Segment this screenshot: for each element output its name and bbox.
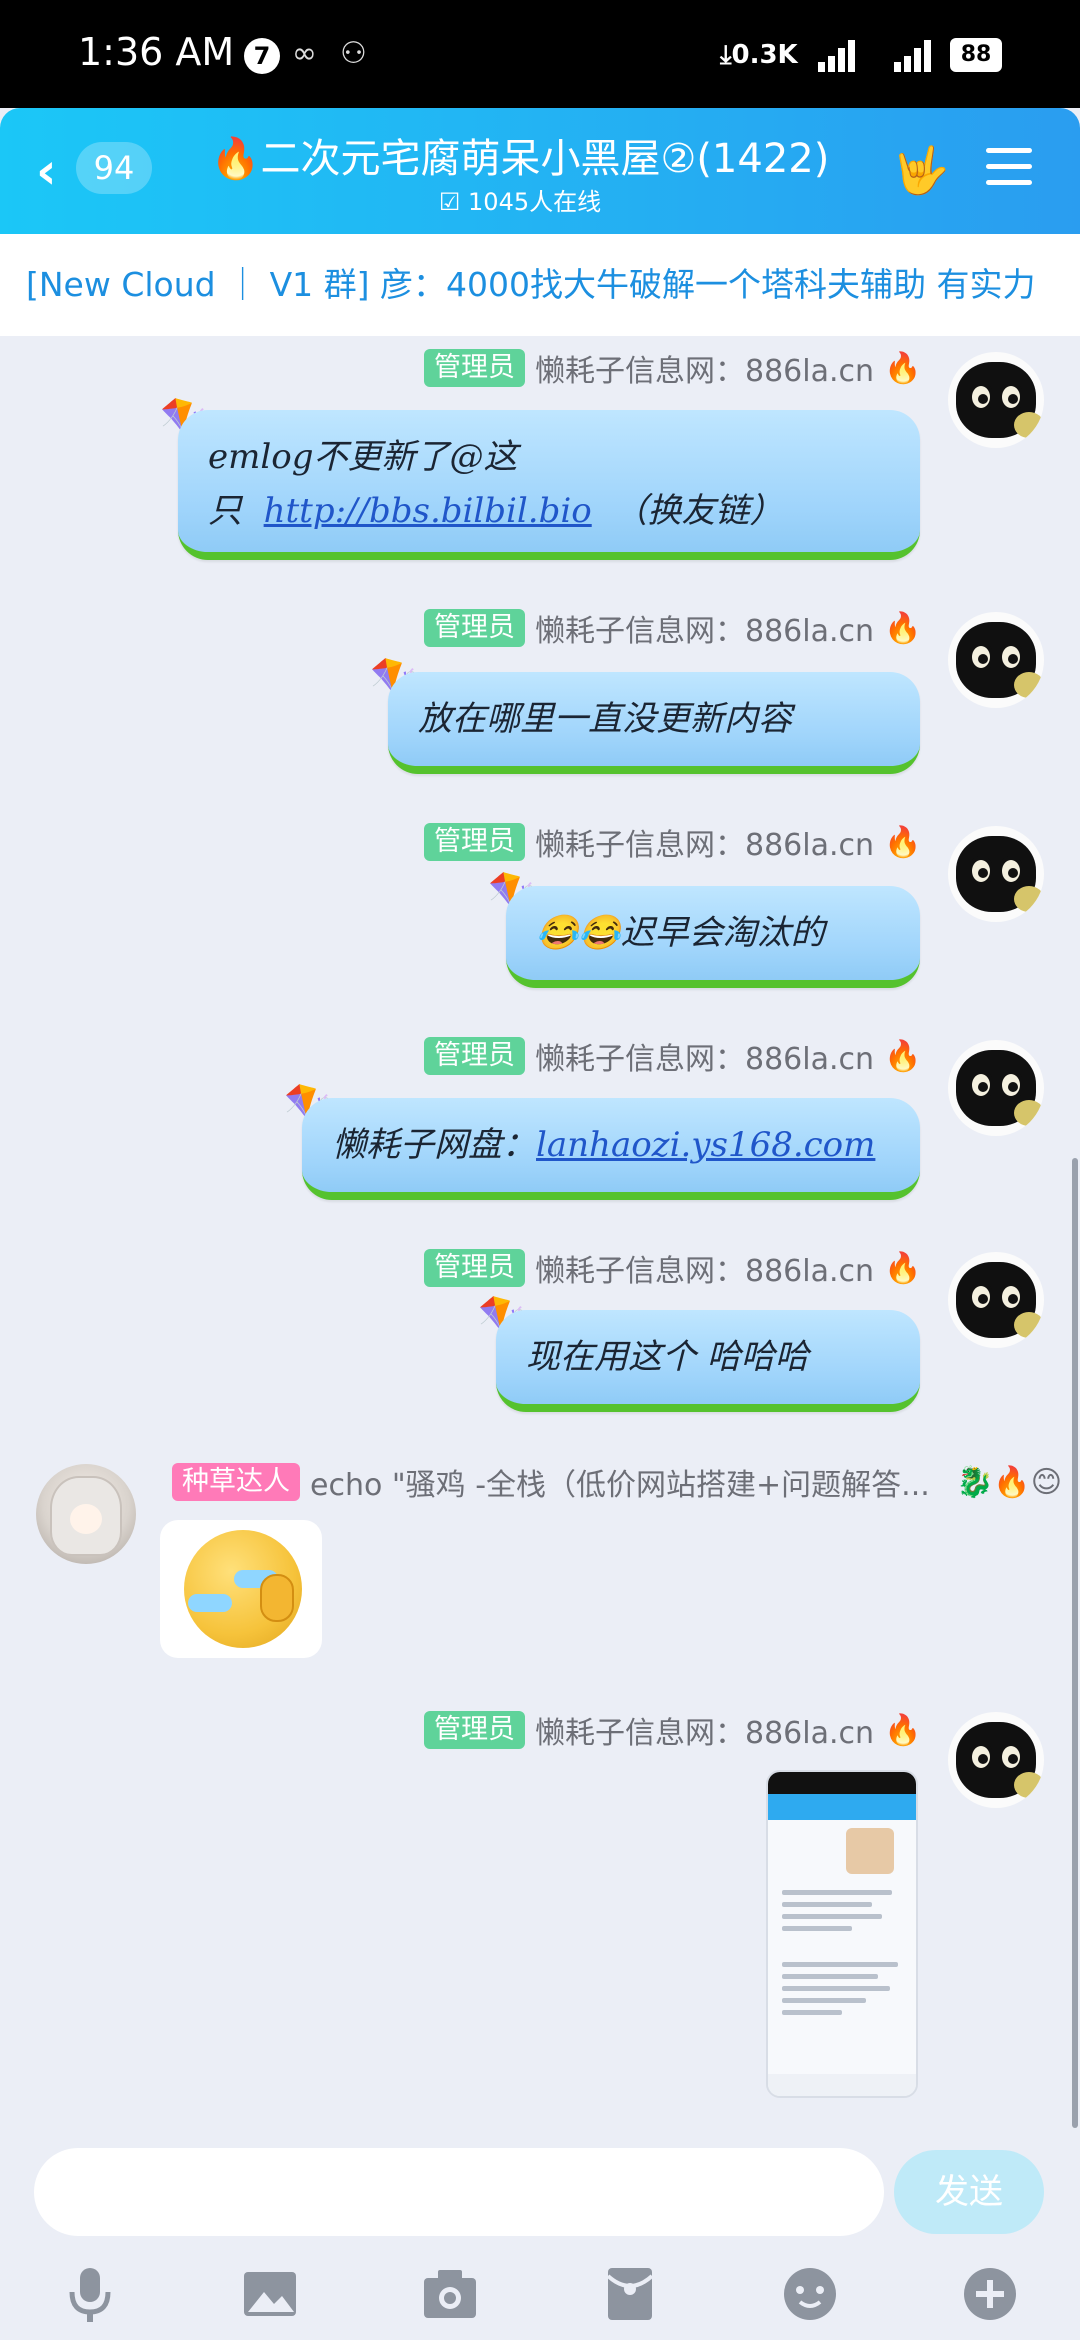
signal-icon (818, 38, 860, 72)
message-bubble[interactable]: 现在用这个 哈哈哈 (496, 1310, 920, 1412)
message-bubble[interactable]: 懒耗子网盘：lanhaozi.ys168.com (302, 1098, 920, 1200)
announcement-banner[interactable]: [New Cloud ｜ V1 群] 彦：4000找大牛破解一个塔科夫辅助 有实… (0, 234, 1080, 336)
battery-level: 88 (950, 38, 1002, 72)
sender-name[interactable]: 懒耗子信息网：886la.cn (535, 820, 874, 864)
grass-badge: 种草达人 (172, 1463, 300, 1501)
send-button[interactable]: 发送 (894, 2150, 1044, 2234)
emoji-icon[interactable] (778, 2262, 842, 2326)
sender-row: 种草达人 echo "骚鸡 -全栈（低价网站搭建+问题解答... 🐉🔥😊 (172, 1460, 1062, 1504)
fire-icon: 🔥 (884, 350, 922, 386)
crying-emoji-icon (184, 1530, 302, 1648)
sender-name[interactable]: echo "骚鸡 -全栈（低价网站搭建+问题解答... (310, 1460, 946, 1504)
admin-badge: 管理员 (424, 1037, 525, 1075)
message-text: （换友链） (613, 491, 784, 531)
user-icon: ⚇ (340, 36, 367, 71)
plus-icon[interactable] (958, 2262, 1022, 2326)
fire-icon: 🔥 (884, 1250, 922, 1286)
avatar[interactable] (36, 1464, 136, 1564)
signal-4g-icon (884, 38, 936, 72)
sender-name[interactable]: 懒耗子信息网：886la.cn (535, 1034, 874, 1078)
microphone-icon[interactable] (58, 2262, 122, 2326)
admin-badge: 管理员 (424, 1711, 525, 1749)
sender-row: 管理员 懒耗子信息网：886la.cn 🔥 (424, 1708, 922, 1752)
chevron-left-icon: ‹ (36, 142, 57, 200)
avatar[interactable] (948, 352, 1044, 448)
admin-badge: 管理员 (424, 349, 525, 387)
image-icon[interactable] (238, 2262, 302, 2326)
message-text: 懒耗子网盘： (332, 1125, 536, 1165)
admin-badge: 管理员 (424, 609, 525, 647)
online-count: ☑ 1045人在线 (200, 182, 840, 217)
message-bubble[interactable]: 😂😂迟早会淘汰的 (506, 886, 920, 988)
back-button[interactable]: ‹ 94 (36, 138, 166, 200)
group-title[interactable]: 🔥二次元宅腐萌呆小黑屋②(1422) (200, 126, 840, 184)
emoji-message[interactable] (160, 1520, 322, 1658)
sender-row: 管理员 懒耗子信息网：886la.cn 🔥 (424, 346, 922, 390)
screenshot-image[interactable] (766, 1770, 918, 2098)
network-speed: ⤓0.3K (720, 40, 798, 70)
scrollbar[interactable] (1072, 1158, 1078, 2128)
message-bubble[interactable]: 放在哪里一直没更新内容 (388, 672, 920, 774)
sender-name[interactable]: 懒耗子信息网：886la.cn (535, 346, 874, 390)
camera-icon[interactable] (418, 2262, 482, 2326)
notification-count-badge: 7 (244, 38, 280, 74)
status-time: 1:36 AM (78, 30, 235, 74)
message-link[interactable]: http://bbs.bilbil.bio (264, 491, 592, 531)
avatar[interactable] (948, 612, 1044, 708)
avatar[interactable] (948, 1252, 1044, 1348)
fire-icon: 🔥 (884, 610, 922, 646)
message-input[interactable] (34, 2148, 884, 2236)
sender-row: 管理员 懒耗子信息网：886la.cn 🔥 (424, 1246, 922, 1290)
input-toolbar (0, 2250, 1080, 2340)
chat-header: ‹ 94 🔥二次元宅腐萌呆小黑屋②(1422) ☑ 1045人在线 🤟 (0, 108, 1080, 234)
link-icon: ∞ (292, 36, 317, 71)
avatar[interactable] (948, 826, 1044, 922)
admin-badge: 管理员 (424, 1249, 525, 1287)
admin-badge: 管理员 (424, 823, 525, 861)
honor-icons: 🐉🔥😊 (956, 1464, 1062, 1500)
fire-icon: 🔥 (884, 1038, 922, 1074)
status-bar: 1:36 AM 7 ∞ ⚇ ⤓0.3K 88 (0, 0, 1080, 108)
fire-icon: 🔥 (884, 824, 922, 860)
sender-name[interactable]: 懒耗子信息网：886la.cn (535, 606, 874, 650)
rock-hand-icon[interactable]: 🤟 (892, 142, 949, 198)
avatar[interactable] (948, 1712, 1044, 1808)
message-link[interactable]: lanhaozi.ys168.com (536, 1125, 875, 1165)
sender-name[interactable]: 懒耗子信息网：886la.cn (535, 1246, 874, 1290)
sender-row: 管理员 懒耗子信息网：886la.cn 🔥 (424, 606, 922, 650)
online-count-text: 1045人在线 (468, 188, 602, 216)
unread-count: 94 (76, 142, 152, 194)
sender-name[interactable]: 懒耗子信息网：886la.cn (535, 1708, 874, 1752)
avatar[interactable] (948, 1040, 1044, 1136)
check-circle-icon: ☑ (438, 188, 461, 216)
red-packet-icon[interactable] (598, 2262, 662, 2326)
menu-button[interactable] (986, 148, 1034, 188)
sender-row: 管理员 懒耗子信息网：886la.cn 🔥 (424, 1034, 922, 1078)
fire-icon: 🔥 (884, 1712, 922, 1748)
message-bubble[interactable]: emlog不更新了@这只 http://bbs.bilbil.bio （换友链） (178, 410, 920, 560)
sender-row: 管理员 懒耗子信息网：886la.cn 🔥 (424, 820, 922, 864)
